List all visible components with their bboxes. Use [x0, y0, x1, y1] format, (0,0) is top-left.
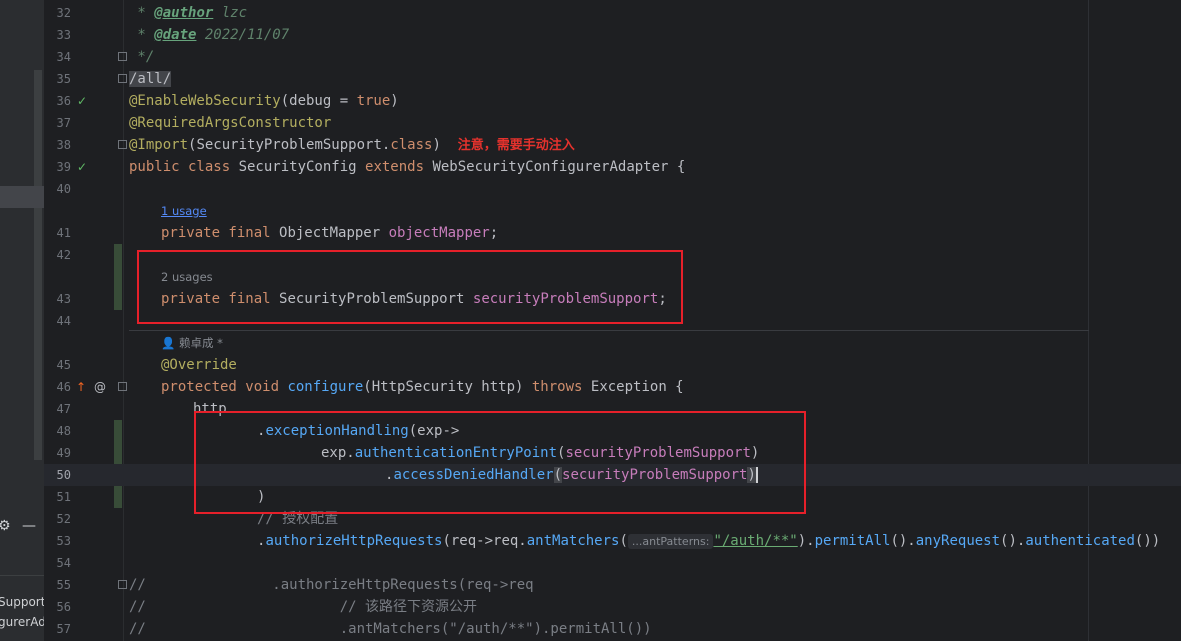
code-line[interactable]: protected void configure(HttpSecurity ht…: [161, 376, 684, 398]
code-line[interactable]: @Import(SecurityProblemSupport.class) 注意…: [129, 134, 575, 157]
line-number: 41: [56, 226, 71, 240]
line-number: 34: [56, 50, 71, 64]
line-number: 47: [56, 402, 71, 416]
line-number: 37: [56, 116, 71, 130]
line-number: 54: [56, 556, 71, 570]
line-number: 49: [56, 446, 71, 460]
line-number: 33: [56, 28, 71, 42]
line-number: 38: [56, 138, 71, 152]
line-number: 35: [56, 72, 71, 86]
code-line[interactable]: // .antMatchers("/auth/**").permitAll()): [129, 618, 652, 640]
line-number: 55: [56, 578, 71, 592]
highlight-box: [194, 411, 806, 514]
line-number: 46: [56, 380, 71, 394]
code-line[interactable]: */: [129, 46, 154, 68]
code-line[interactable]: @Override: [161, 354, 237, 376]
line-number: 53: [56, 534, 71, 548]
line-number: 32: [56, 6, 71, 20]
method-separator: [129, 330, 1089, 331]
line-number: 52: [56, 512, 71, 526]
code-line[interactable]: // .authorizeHttpRequests(req->req: [129, 574, 534, 596]
line-number: 42: [56, 248, 71, 262]
code-line[interactable]: * @author lzc: [129, 2, 247, 24]
annotation-note: 注意，需要手动注入: [457, 138, 575, 153]
code-line[interactable]: @EnableWebSecurity(debug = true): [129, 90, 399, 112]
user-icon: 👤: [161, 336, 176, 350]
code-line[interactable]: // // 该路径下资源公开: [129, 596, 477, 618]
code-line[interactable]: public class SecurityConfig extends WebS…: [129, 156, 685, 178]
line-number: 51: [56, 490, 71, 504]
line-number: 48: [56, 424, 71, 438]
code-line[interactable]: .authorizeHttpRequests(req->req.antMatch…: [257, 530, 1160, 553]
code-line[interactable]: /all/: [129, 68, 172, 90]
line-number: 50: [56, 468, 71, 482]
parameter-hint: ...antPatterns:: [627, 534, 714, 549]
author-hint[interactable]: 👤 赖卓成 *: [161, 332, 223, 354]
line-number: 43: [56, 292, 71, 306]
line-number: 45: [56, 358, 71, 372]
code-line[interactable]: * @date 2022/11/07: [129, 24, 289, 46]
line-number: 40: [56, 182, 71, 196]
line-number: 44: [56, 314, 71, 328]
usages-hint-link[interactable]: 1 usage: [161, 200, 207, 222]
code-line[interactable]: private final ObjectMapper objectMapper;: [161, 222, 498, 244]
highlight-box: [137, 250, 683, 324]
code-line[interactable]: @RequiredArgsConstructor: [129, 112, 331, 134]
line-number: 57: [56, 622, 71, 636]
line-number: 56: [56, 600, 71, 614]
line-number: 36: [56, 94, 71, 108]
line-number: 39: [56, 160, 71, 174]
